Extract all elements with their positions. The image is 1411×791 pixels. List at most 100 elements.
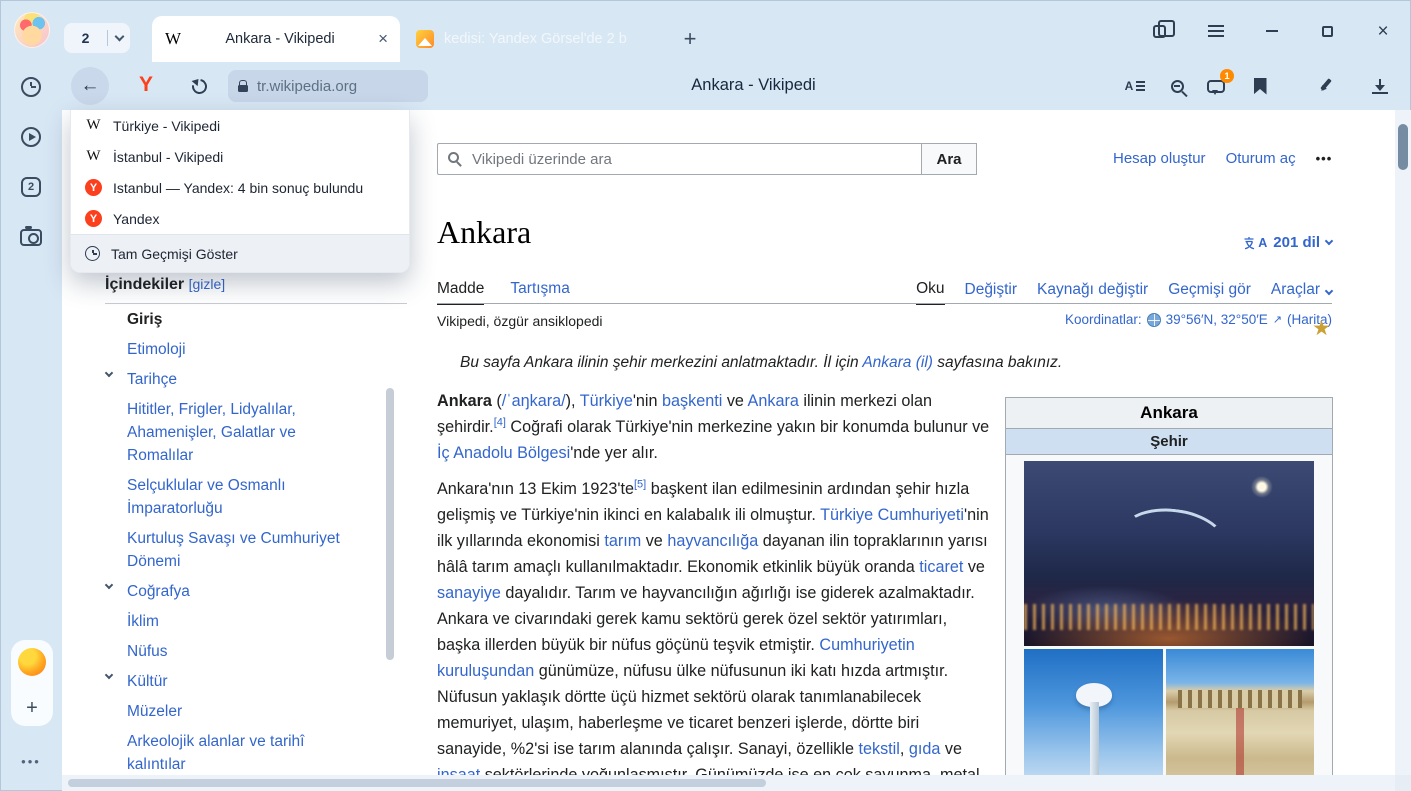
toc-item[interactable]: Selçuklular ve Osmanlı İmparatorluğu (105, 474, 350, 520)
tab-ankara[interactable]: W Ankara - Vikipedi × (152, 16, 400, 62)
new-tab-button[interactable]: + (676, 25, 704, 53)
infobox-photo-night-skyline[interactable] (1024, 461, 1314, 646)
tabs-panel-button[interactable]: 2 (20, 176, 42, 198)
minimize-button[interactable] (1257, 16, 1287, 46)
toolbar: ← Y tr.wikipedia.org Ankara - Vikipedi 1 (62, 62, 1395, 110)
tab-counter-button[interactable]: 2 (64, 23, 130, 53)
video-button[interactable] (20, 126, 42, 148)
lock-icon (238, 85, 248, 92)
downloads-button[interactable] (1367, 73, 1393, 99)
tab-read[interactable]: Oku (916, 280, 944, 305)
browser-window: { "icons": { "wikipedia": "W", "yandex":… (0, 0, 1411, 791)
screenshot-button[interactable] (20, 226, 42, 248)
text-link[interactable]: Ankara (il) (862, 354, 933, 371)
edit-button[interactable] (1312, 73, 1338, 99)
text-link[interactable]: hayvancılığa (667, 532, 758, 550)
toc-item[interactable]: Etimoloji (105, 338, 350, 361)
text-link[interactable]: tekstil (858, 740, 899, 758)
text-link[interactable]: tarım (604, 532, 641, 550)
horizontal-scrollbar[interactable] (62, 775, 1395, 791)
toc-item[interactable]: Coğrafya (105, 580, 350, 603)
coordinates-label[interactable]: Koordinatlar: (1065, 312, 1142, 327)
tab-edit[interactable]: Değiştir (965, 281, 1018, 304)
text-link[interactable]: Ankara (748, 392, 799, 410)
toc-item[interactable]: Kültür (105, 670, 350, 693)
toc-item[interactable]: Arkeolojik alanlar ve tarihî kalıntılar (105, 730, 350, 775)
wikipedia-favicon: W (164, 29, 182, 49)
add-panel-button[interactable]: + (11, 697, 53, 720)
tab-history[interactable]: Geçmişi gör (1168, 281, 1251, 304)
wikipedia-favicon: W (85, 148, 102, 165)
show-full-history-button[interactable]: Tam Geçmişi Göster (71, 234, 409, 272)
bookmark-button[interactable] (1247, 73, 1273, 99)
text-link[interactable]: İç Anadolu Bölgesi (437, 444, 570, 462)
vertical-scrollbar[interactable] (1395, 110, 1411, 775)
tab-edit-source[interactable]: Kaynağı değiştir (1037, 281, 1148, 304)
toc-item[interactable]: İklim (105, 610, 350, 633)
article-tabs: Madde Tartışma Oku Değiştir Kaynağı deği… (437, 280, 1332, 305)
language-selector[interactable]: 201 dil (1243, 234, 1332, 251)
back-button[interactable]: ← (71, 67, 109, 105)
text-link[interactable]: Türkiye (580, 392, 633, 410)
toc-item[interactable]: Müzeler (105, 700, 350, 723)
tab-tools[interactable]: Araçlar (1271, 281, 1320, 304)
yandex-games-button[interactable] (18, 648, 46, 676)
messages-button[interactable]: 1 (1203, 73, 1229, 99)
text-link[interactable]: /ˈaŋkara/ (502, 392, 566, 410)
refresh-button[interactable] (186, 73, 212, 99)
sidebar-more-button[interactable]: ••• (0, 754, 62, 769)
toc-item[interactable]: Kurtuluş Savaşı ve Cumhuriyet Dönemi (105, 527, 350, 573)
play-icon (21, 127, 41, 147)
toc-item[interactable]: Tarihçe (105, 368, 350, 391)
toc-item[interactable]: Hititler, Frigler, Lidyalılar, Ahamenişl… (105, 398, 350, 467)
zoom-out-button[interactable] (1164, 73, 1190, 99)
text-link[interactable]: ticaret (919, 558, 963, 576)
history-item[interactable]: Y Yandex (71, 203, 409, 234)
coordinates-value[interactable]: 39°56′N, 32°50′E (1166, 312, 1268, 327)
text-link[interactable]: [5] (634, 479, 646, 491)
sign-in-link[interactable]: Oturum aç (1226, 150, 1296, 167)
user-menu-button[interactable]: ••• (1316, 151, 1333, 166)
search-button[interactable]: Ara (921, 143, 977, 175)
history-item[interactable]: W Türkiye - Vikipedi (71, 110, 409, 141)
maximize-button[interactable] (1312, 16, 1342, 46)
tab-article[interactable]: Madde (437, 280, 484, 305)
yandex-favicon: Y (85, 179, 102, 196)
search-icon (448, 152, 459, 163)
toc-item[interactable]: Giriş (105, 308, 350, 331)
toc-hide-link[interactable]: [gizle] (189, 276, 226, 292)
toc-scrollbar[interactable] (386, 388, 394, 660)
vertical-scrollbar-thumb[interactable] (1398, 124, 1408, 170)
refresh-icon (189, 76, 210, 97)
toc-item[interactable]: Nüfus (105, 640, 350, 663)
reader-mode-button[interactable] (1122, 73, 1148, 99)
close-window-button[interactable]: × (1368, 16, 1398, 46)
featured-article-star[interactable]: ★ (1312, 318, 1331, 339)
create-account-link[interactable]: Hesap oluştur (1113, 150, 1206, 167)
text-span: 'nin (633, 392, 662, 410)
history-item[interactable]: W İstanbul - Vikipedi (71, 141, 409, 172)
collections-button[interactable] (1144, 16, 1174, 46)
horizontal-scrollbar-thumb[interactable] (68, 779, 766, 787)
text-link[interactable]: Türkiye Cumhuriyeti (820, 506, 964, 524)
address-bar[interactable]: tr.wikipedia.org (228, 70, 428, 102)
tab-kedisi[interactable]: kedisi: Yandex Görsel'de 2 b (404, 16, 666, 62)
infobox-photo-atakule-tower[interactable] (1024, 649, 1163, 775)
history-button[interactable] (20, 76, 42, 98)
pen-icon (1316, 77, 1334, 95)
text-link[interactable]: sanayiye (437, 584, 501, 602)
history-item[interactable]: Y Istanbul — Yandex: 4 bin sonuç bulundu (71, 172, 409, 203)
search-input[interactable] (437, 143, 921, 175)
divider (437, 303, 1332, 304)
text-link[interactable]: gıda (909, 740, 941, 758)
text-link[interactable]: inşaat (437, 766, 480, 775)
infobox-photo-anitkabir[interactable] (1166, 649, 1314, 775)
tab-talk[interactable]: Tartışma (510, 280, 569, 305)
close-icon: × (1377, 22, 1388, 41)
tab-close-icon[interactable]: × (378, 29, 388, 49)
yandex-button[interactable]: Y (132, 71, 160, 99)
menu-button[interactable] (1201, 16, 1231, 46)
text-link[interactable]: [4] (494, 417, 506, 429)
profile-avatar[interactable] (14, 12, 50, 48)
text-link[interactable]: başkenti (662, 392, 722, 410)
